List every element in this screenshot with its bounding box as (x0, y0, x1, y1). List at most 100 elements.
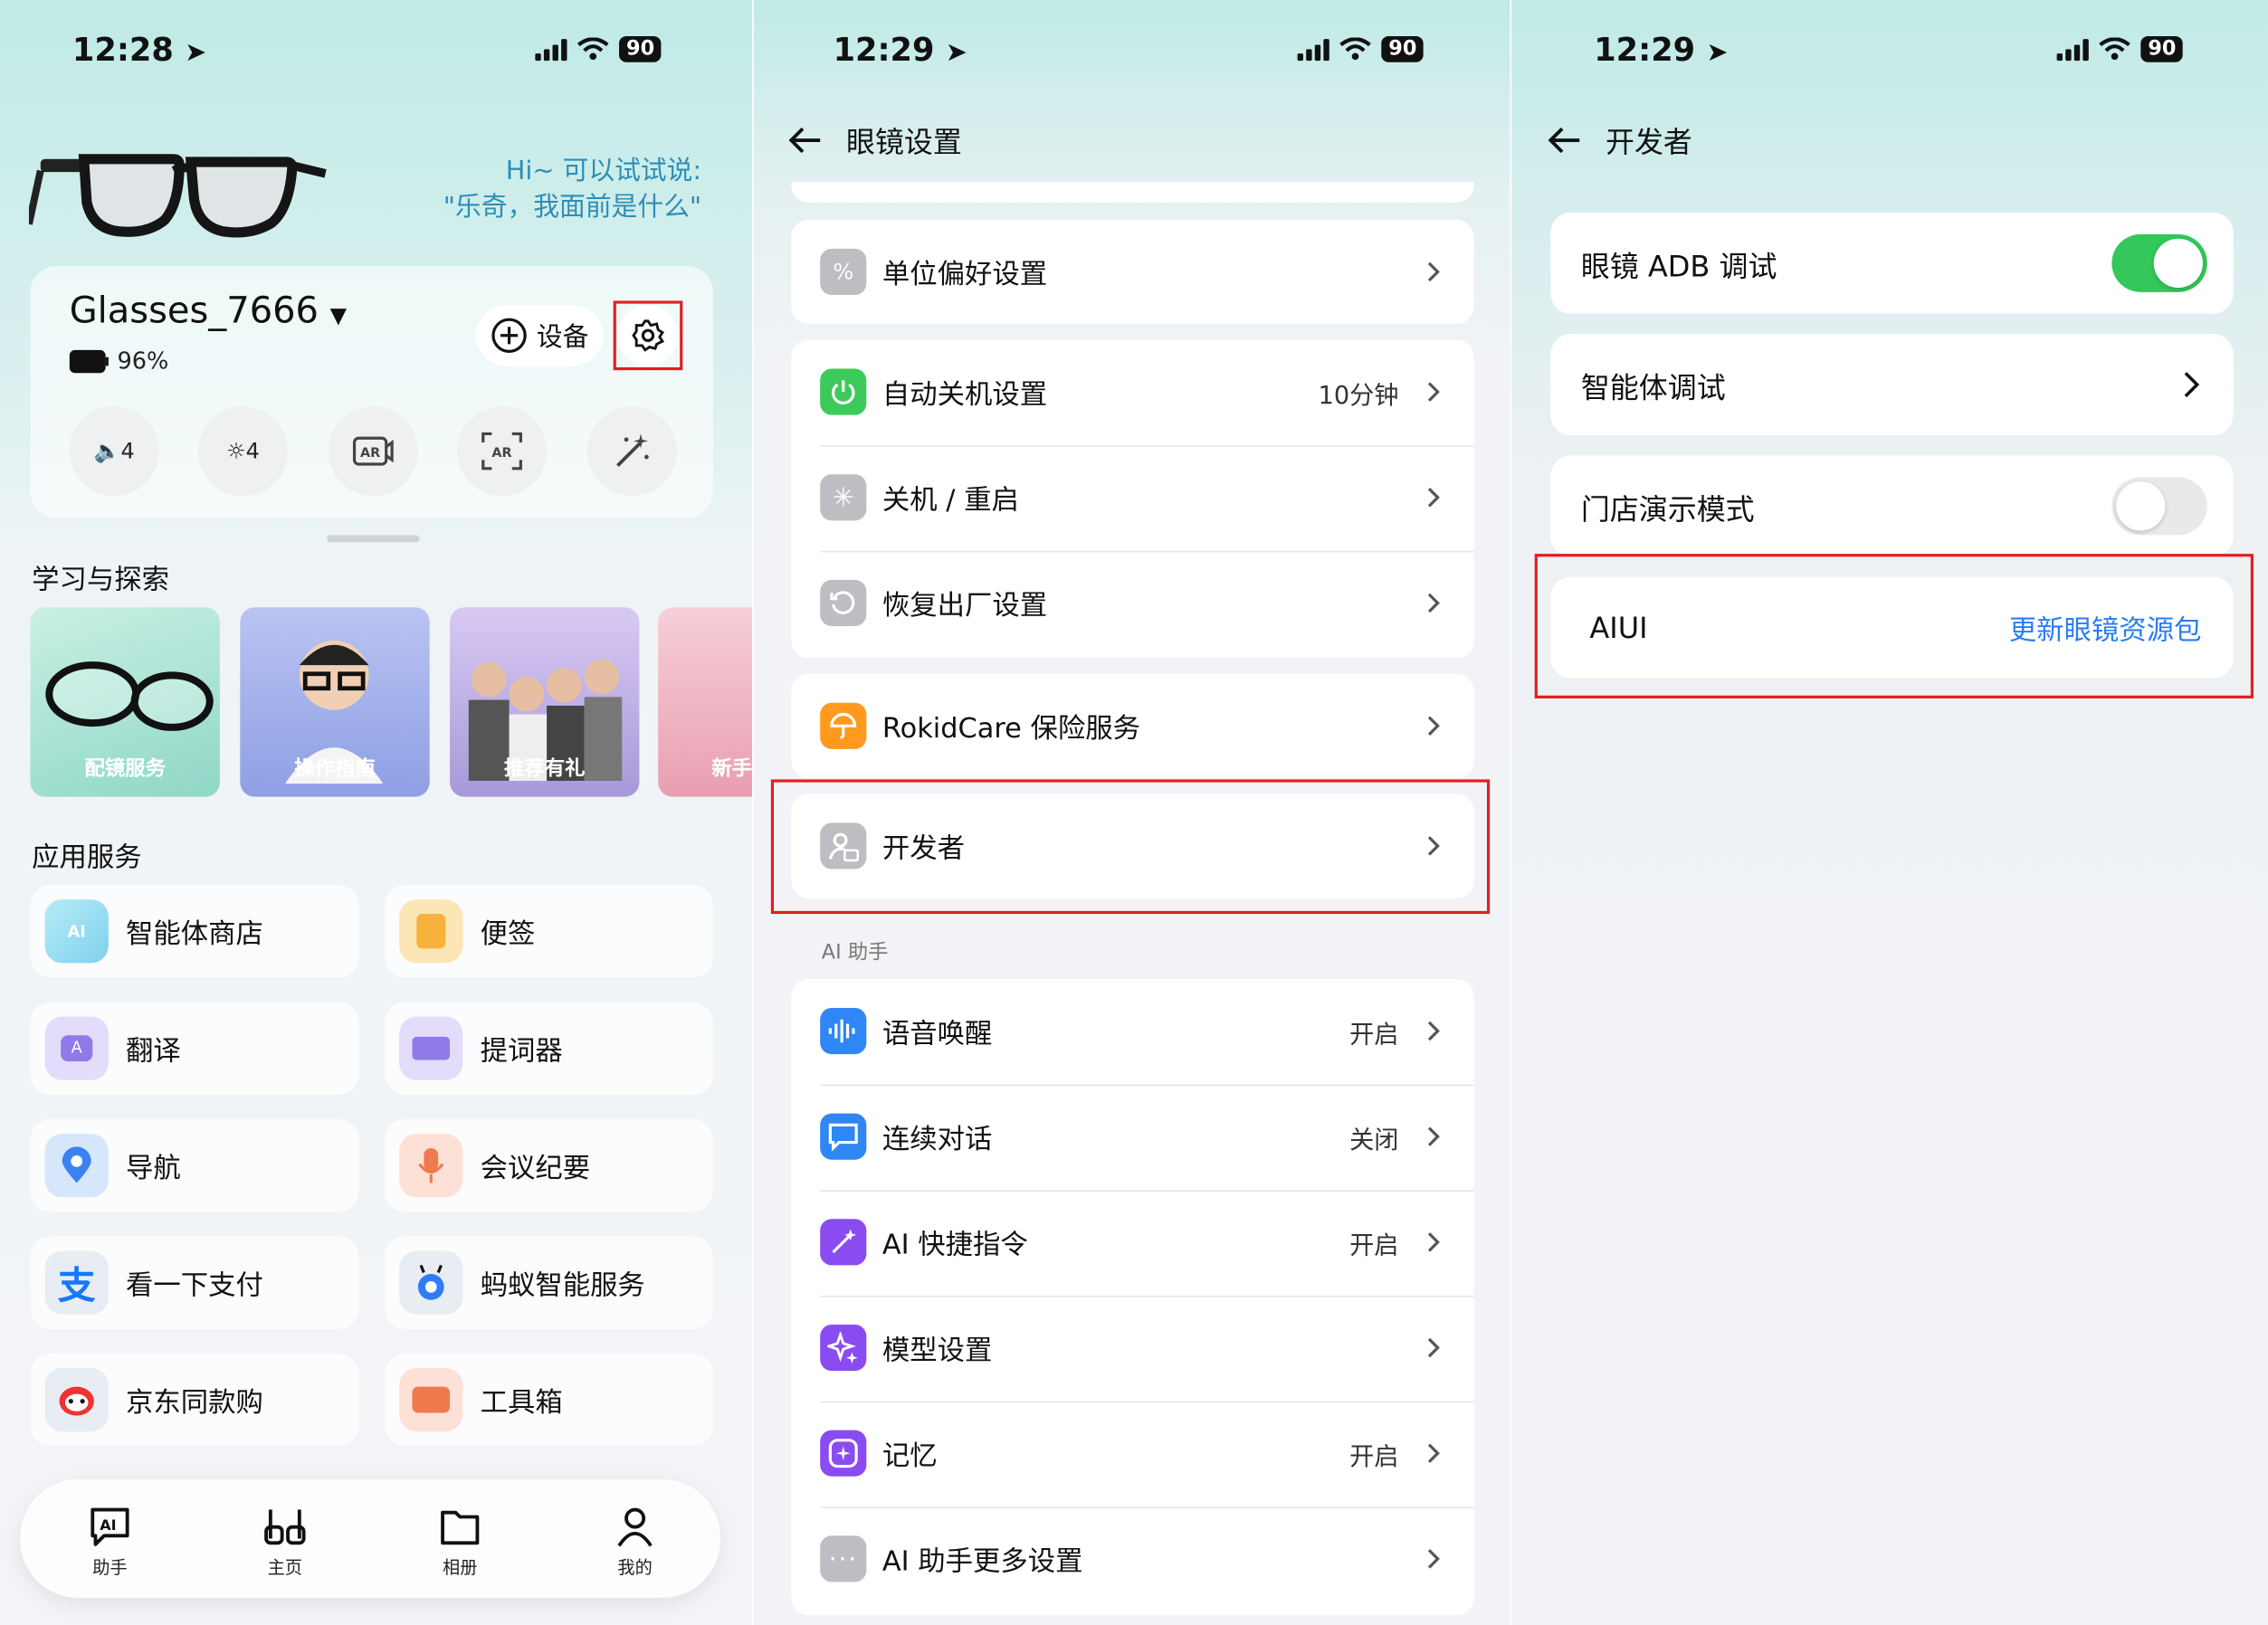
learn-card-eyewear[interactable]: 配镜服务 (30, 607, 220, 797)
service-look-pay[interactable]: 支看一下支付 (30, 1236, 359, 1329)
settings-highlight (613, 300, 683, 371)
tab-assistant[interactable]: AI 助手 (52, 1504, 168, 1579)
service-notes-label: 便签 (480, 917, 536, 950)
row-divider (820, 445, 1474, 447)
factory-reset-row[interactable]: 恢复出厂设置 (820, 579, 1473, 627)
more-dots-icon: ··· (820, 1535, 867, 1582)
service-meeting-notes[interactable]: 会议纪要 (385, 1119, 713, 1212)
service-navigation[interactable]: 导航 (30, 1119, 359, 1212)
wifi-icon (1339, 37, 1371, 61)
caret-down-icon: ▼ (329, 302, 348, 328)
continuous-dialog-row[interactable]: 连续对话 关闭 (820, 1113, 1473, 1160)
memory-icon (820, 1430, 867, 1477)
learn-card-guide[interactable]: 操作指南 (240, 607, 430, 797)
svg-text:AI: AI (100, 1516, 116, 1534)
agent-debug-row[interactable]: 智能体调试 (1550, 334, 2234, 436)
auto-off-value: 10分钟 (1318, 381, 1399, 411)
microphone-icon (399, 1133, 463, 1198)
translate-icon: A (44, 1016, 109, 1080)
note-icon (399, 899, 463, 964)
chevron-right-icon (1427, 1126, 1440, 1146)
device-card: Glasses_7666 ▼ 96% 设备 🔈 4 ☼ 4 AR AR (30, 266, 713, 518)
signal-icon (535, 38, 567, 61)
tab-album[interactable]: 相册 (402, 1504, 518, 1579)
ai-shortcut-row[interactable]: AI 快捷指令 开启 (820, 1219, 1473, 1266)
learn-card-beginner[interactable]: 新手 (658, 607, 753, 797)
magic-wand-button[interactable] (586, 406, 677, 497)
voice-hint-line2: "乐奇，我面前是什么" (443, 192, 702, 223)
factory-reset-label: 恢复出厂设置 (881, 589, 1048, 622)
nav-header: 眼镜设置 (786, 119, 962, 160)
model-settings-row[interactable]: 模型设置 (820, 1324, 1473, 1372)
service-translate[interactable]: A 翻译 (30, 1002, 359, 1095)
rokidcare-row[interactable]: RokidCare 保险服务 (820, 702, 1473, 749)
speaker-icon: 🔈 (93, 438, 121, 465)
service-notes[interactable]: 便签 (385, 885, 713, 978)
service-jd-shopping[interactable]: 京东同款购 (30, 1353, 359, 1447)
chevron-right-icon (1427, 1443, 1440, 1463)
service-toolbox[interactable]: 工具箱 (385, 1353, 713, 1447)
store-demo-label: 门店演示模式 (1580, 490, 1755, 526)
status-time: 12:29 ➤ (834, 33, 967, 70)
volume-control[interactable]: 🔈 4 (69, 406, 159, 497)
service-jd-shopping-label: 京东同款购 (126, 1385, 263, 1419)
person-icon (617, 1507, 653, 1547)
developer-screen: 12:29 ➤ 90 开发者 眼镜 ADB 调试 智能体调试 门店演示模式 AI… (1511, 0, 2268, 1625)
service-toolbox-label: 工具箱 (480, 1385, 563, 1419)
row-divider (820, 1506, 1474, 1508)
adb-toggle[interactable] (2111, 233, 2207, 292)
ar-scan-button[interactable]: AR (457, 406, 548, 497)
power-restart-row[interactable]: ✳ 关机 / 重启 (820, 474, 1473, 521)
chevron-right-icon (1427, 1549, 1440, 1569)
magic-wand-icon (616, 433, 649, 467)
row-divider (820, 550, 1474, 553)
rokidcare-label: RokidCare 保险服务 (881, 712, 1140, 745)
umbrella-icon (820, 702, 867, 749)
voice-hint-line1: Hi~ 可以试试说: (505, 156, 702, 187)
learn-card-eyewear-label: 配镜服务 (84, 757, 166, 782)
ant-icon (399, 1250, 463, 1315)
page-title: 眼镜设置 (845, 124, 962, 159)
chevron-right-icon (1427, 1021, 1440, 1041)
memory-row[interactable]: 记忆 开启 (820, 1430, 1473, 1477)
service-navigation-label: 导航 (126, 1151, 181, 1184)
alipay-icon: 支 (44, 1250, 109, 1315)
service-agent-store[interactable]: AI 智能体商店 (30, 885, 359, 978)
glasses-illustration (28, 154, 327, 238)
units-card: % 单位偏好设置 (791, 219, 1474, 324)
ai-more-settings-row[interactable]: ··· AI 助手更多设置 (820, 1535, 1473, 1582)
folder-icon (441, 1510, 480, 1545)
tab-profile[interactable]: 我的 (577, 1504, 693, 1579)
ar-camera-button[interactable]: AR (328, 406, 418, 497)
memory-label: 记忆 (881, 1440, 938, 1472)
service-ant-smart[interactable]: 蚂蚁智能服务 (385, 1236, 713, 1329)
brightness-value: 4 (245, 438, 260, 465)
sparkle-icon (820, 1324, 867, 1372)
voice-wake-row[interactable]: 语音唤醒 开启 (820, 1007, 1473, 1055)
status-time: 12:28 ➤ (72, 33, 206, 70)
device-name-selector[interactable]: Glasses_7666 ▼ (70, 290, 347, 331)
tab-home[interactable]: 主页 (227, 1504, 343, 1579)
wifi-icon (577, 37, 609, 61)
toolbox-icon (399, 1367, 463, 1432)
learn-card-referral[interactable]: 推荐有礼 (450, 607, 640, 797)
sun-icon: ☼ (226, 438, 246, 465)
voice-wake-label: 语音唤醒 (881, 1017, 993, 1050)
units-row[interactable]: % 单位偏好设置 (820, 248, 1473, 296)
store-demo-toggle[interactable] (2111, 477, 2207, 536)
chevron-right-icon (1427, 261, 1440, 282)
back-arrow-icon[interactable] (786, 119, 826, 160)
back-arrow-icon[interactable] (1545, 119, 1586, 160)
cube-icon: AI (44, 899, 109, 964)
service-teleprompter[interactable]: 提词器 (385, 1002, 713, 1095)
tab-profile-label: 我的 (617, 1557, 653, 1578)
adb-debug-label: 眼镜 ADB 调试 (1580, 248, 1777, 283)
tab-album-label: 相册 (443, 1557, 478, 1578)
auto-off-row[interactable]: 自动关机设置 10分钟 (820, 368, 1473, 415)
row-divider (820, 1190, 1474, 1192)
add-device-button[interactable]: 设备 (475, 305, 604, 366)
location-arrow-icon: ➤ (945, 37, 967, 69)
drag-handle[interactable] (327, 535, 420, 543)
ar-camera-icon: AR (352, 436, 394, 466)
brightness-control[interactable]: ☼ 4 (197, 406, 289, 497)
